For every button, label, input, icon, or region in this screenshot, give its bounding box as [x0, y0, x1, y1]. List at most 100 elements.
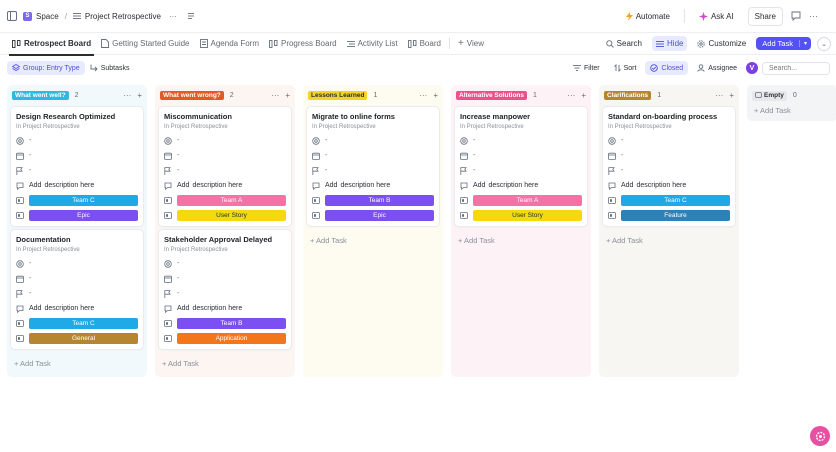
task-field-row[interactable]: -	[460, 133, 582, 148]
task-field-row[interactable]: -	[460, 163, 582, 178]
task-field-row[interactable]: -	[16, 271, 138, 286]
task-field-row[interactable]: -	[460, 148, 582, 163]
description-icon[interactable]	[187, 12, 195, 20]
sort-button[interactable]: Sort	[609, 61, 642, 75]
type-label[interactable]: General	[29, 333, 138, 344]
column-status-tag[interactable]: What went well?	[12, 91, 69, 100]
search-button[interactable]: Search	[602, 36, 646, 51]
task-card[interactable]: Standard on-boarding process In Project R…	[603, 107, 735, 226]
task-field-row[interactable]: -	[164, 271, 286, 286]
add-task-button[interactable]: Add Task ▾	[756, 37, 811, 50]
task-card[interactable]: Miscommunication In Project Retrospective…	[159, 107, 291, 226]
type-field-row[interactable]: User Story	[460, 208, 582, 223]
team-field-row[interactable]: Team C	[608, 193, 730, 208]
task-field-row[interactable]: -	[312, 133, 434, 148]
team-label[interactable]: Team C	[621, 195, 730, 206]
task-field-row[interactable]: -	[164, 148, 286, 163]
task-description-row[interactable]: Add description here	[164, 301, 286, 316]
task-card[interactable]: Migrate to online forms In Project Retros…	[307, 107, 439, 226]
sidebar-toggle-icon[interactable]	[7, 11, 17, 21]
team-field-row[interactable]: Team C	[16, 193, 138, 208]
avatar[interactable]: V	[746, 62, 758, 74]
type-field-row[interactable]: Epic	[16, 208, 138, 223]
column-status-tag[interactable]: Empty	[752, 90, 787, 101]
share-button[interactable]: Share	[747, 6, 783, 26]
task-field-row[interactable]: -	[16, 133, 138, 148]
type-field-row[interactable]: Application	[164, 331, 286, 346]
team-label[interactable]: Team A	[177, 195, 286, 206]
type-field-row[interactable]: User Story	[164, 208, 286, 223]
task-title[interactable]: Migrate to online forms	[312, 112, 434, 122]
team-field-row[interactable]: Team C	[16, 316, 138, 331]
team-label[interactable]: Team B	[177, 318, 286, 329]
type-label[interactable]: Feature	[621, 210, 730, 221]
task-card[interactable]: Design Research Optimized In Project Retr…	[11, 107, 143, 226]
column-add-icon[interactable]: +	[137, 91, 142, 100]
subtasks-chip[interactable]: Subtasks	[85, 61, 135, 75]
task-title[interactable]: Increase manpower	[460, 112, 582, 122]
task-field-row[interactable]: -	[608, 133, 730, 148]
automate-button[interactable]: Automate	[620, 8, 676, 25]
column-status-tag[interactable]: Clarifications	[604, 91, 652, 100]
column-more-icon[interactable]: ···	[715, 91, 723, 100]
tab-progress-board[interactable]: Progress Board	[264, 33, 342, 55]
breadcrumb-more-button[interactable]: ···	[169, 12, 177, 21]
comment-icon[interactable]	[791, 11, 801, 21]
tab-activity-list[interactable]: Activity List	[342, 33, 403, 55]
task-card[interactable]: Increase manpower In Project Retrospectiv…	[455, 107, 587, 226]
column-add-icon[interactable]: +	[433, 91, 438, 100]
assignee-button[interactable]: Assignee	[692, 61, 742, 75]
type-label[interactable]: Epic	[29, 210, 138, 221]
task-card[interactable]: Documentation In Project Retrospective - - -…	[11, 230, 143, 349]
team-field-row[interactable]: Team B	[164, 316, 286, 331]
team-label[interactable]: Team C	[29, 195, 138, 206]
team-field-row[interactable]: Team B	[312, 193, 434, 208]
column-status-tag[interactable]: What went wrong?	[160, 91, 224, 100]
task-field-row[interactable]: -	[164, 256, 286, 271]
type-label[interactable]: User Story	[177, 210, 286, 221]
column-status-tag[interactable]: Lessons Learned	[308, 91, 368, 100]
type-label[interactable]: User Story	[473, 210, 582, 221]
task-field-row[interactable]: -	[312, 148, 434, 163]
task-field-row[interactable]: -	[312, 163, 434, 178]
task-field-row[interactable]: -	[164, 163, 286, 178]
column-status-tag[interactable]: Alternative Solutions	[456, 91, 528, 100]
task-field-row[interactable]: -	[16, 163, 138, 178]
team-field-row[interactable]: Team A	[164, 193, 286, 208]
add-view-button[interactable]: + View	[453, 33, 489, 55]
tab-getting-started-guide[interactable]: Getting Started Guide	[96, 33, 194, 55]
breadcrumb-list[interactable]: Project Retrospective	[85, 12, 161, 21]
team-label[interactable]: Team C	[29, 318, 138, 329]
team-field-row[interactable]: Team A	[460, 193, 582, 208]
type-field-row[interactable]: Epic	[312, 208, 434, 223]
tab-retrospect-board[interactable]: Retrospect Board	[7, 33, 96, 56]
group-by-chip[interactable]: Group: Entry Type	[7, 61, 85, 75]
collapse-toolbar-icon[interactable]: ⌄	[817, 36, 831, 51]
column-more-icon[interactable]: ···	[123, 91, 131, 100]
filter-button[interactable]: Filter	[568, 61, 605, 75]
add-task-button[interactable]: + Add Task	[307, 226, 439, 250]
add-task-button[interactable]: + Add Task	[603, 226, 735, 250]
type-field-row[interactable]: Feature	[608, 208, 730, 223]
customize-button[interactable]: Customize	[693, 36, 750, 51]
task-description-row[interactable]: Add description here	[312, 178, 434, 193]
type-label[interactable]: Epic	[325, 210, 434, 221]
task-title[interactable]: Standard on-boarding process	[608, 112, 730, 122]
column-add-icon[interactable]: +	[581, 91, 586, 100]
add-task-button[interactable]: + Add Task	[751, 103, 833, 120]
more-options-icon[interactable]: ···	[809, 11, 818, 21]
task-description-row[interactable]: Add description here	[608, 178, 730, 193]
task-field-row[interactable]: -	[164, 133, 286, 148]
search-input[interactable]	[762, 61, 830, 75]
column-add-icon[interactable]: +	[285, 91, 290, 100]
column-more-icon[interactable]: ···	[567, 91, 575, 100]
add-task-button[interactable]: + Add Task	[159, 349, 291, 373]
task-field-row[interactable]: -	[16, 286, 138, 301]
breadcrumb-space[interactable]: Space	[36, 12, 59, 21]
task-title[interactable]: Design Research Optimized	[16, 112, 138, 122]
task-description-row[interactable]: Add description here	[16, 301, 138, 316]
task-title[interactable]: Stakeholder Approval Delayed	[164, 235, 286, 245]
add-task-button[interactable]: + Add Task	[11, 349, 143, 373]
task-field-row[interactable]: -	[16, 256, 138, 271]
closed-chip[interactable]: Closed	[645, 61, 689, 75]
